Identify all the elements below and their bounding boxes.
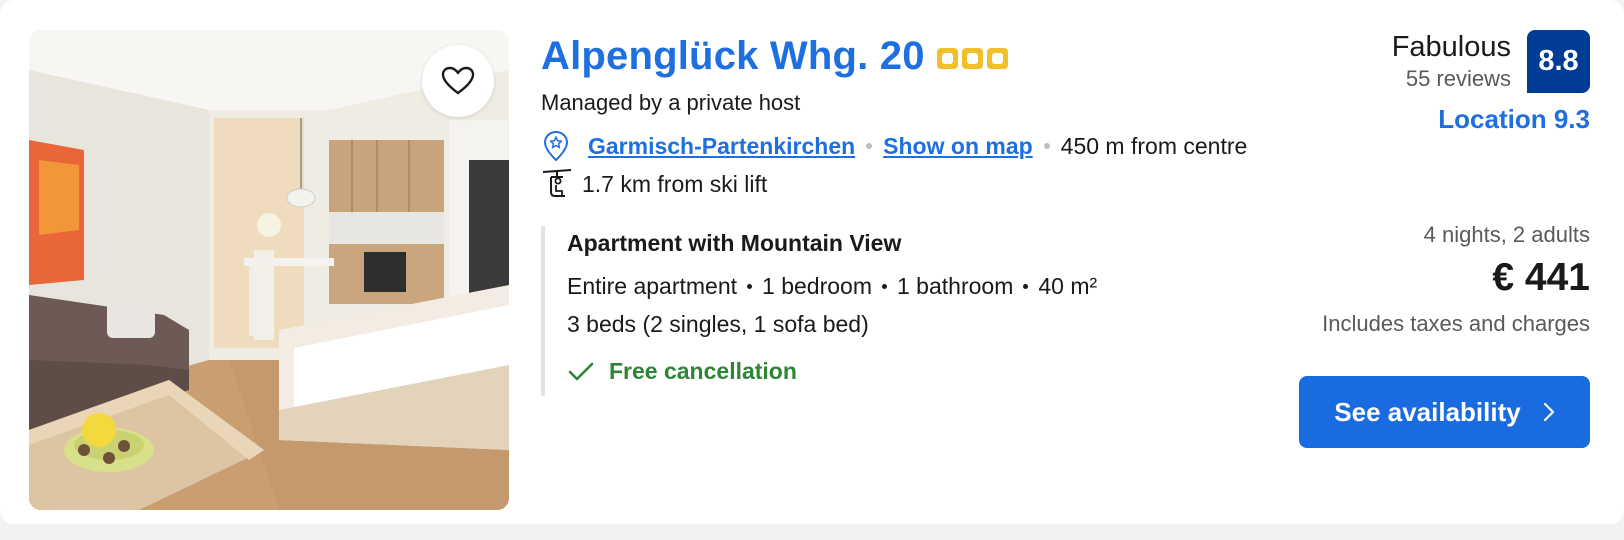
see-availability-label: See availability <box>1334 396 1521 427</box>
favorite-button[interactable] <box>422 45 494 117</box>
stay-summary: 4 nights, 2 adults <box>1423 222 1590 247</box>
room-name: Apartment with Mountain View <box>567 230 902 256</box>
see-availability-button[interactable]: See availability <box>1299 376 1590 448</box>
review-score-badge: 8.8 <box>1527 30 1590 93</box>
distance-from-ski-lift: 1.7 km from ski lift <box>582 170 768 197</box>
distance-from-centre: 450 m from centre <box>1060 132 1248 159</box>
property-photo[interactable] <box>29 30 509 510</box>
bullet-separator <box>747 284 753 289</box>
separator-dot <box>866 143 873 149</box>
star-rating <box>936 48 1008 69</box>
tax-note: Includes taxes and charges <box>1322 311 1590 336</box>
review-text: Fabulous 55 reviews <box>1392 30 1511 92</box>
price: € 441 <box>1492 256 1590 299</box>
checkmark-icon <box>568 362 594 380</box>
ski-lift-icon <box>542 169 572 197</box>
location-score: Location 9.3 <box>1438 104 1590 134</box>
free-cancellation: Free cancellation <box>567 358 1161 385</box>
heart-outline-icon <box>441 66 475 95</box>
bedroom-count: 1 bedroom <box>762 273 872 299</box>
review-label: Fabulous <box>1391 31 1511 63</box>
town-link[interactable]: Garmisch-Partenkirchen <box>588 133 855 160</box>
review-summary[interactable]: Fabulous 55 reviews 8.8 <box>1392 30 1590 93</box>
review-count: 55 reviews <box>1405 66 1511 91</box>
property-card: Alpenglück Whg. 20 Managed by a private … <box>0 0 1624 524</box>
bullet-separator <box>1023 284 1029 289</box>
title-row: Alpenglück Whg. 20 <box>541 34 1008 79</box>
room-size: 40 m² <box>1038 273 1098 299</box>
room-summary: Apartment with Mountain View Entire apar… <box>541 226 1161 396</box>
show-on-map-link[interactable]: Show on map <box>883 133 1033 160</box>
room-type: Entire apartment <box>567 273 738 299</box>
room-details: Entire apartment 1 bedroom 1 bathroom 40… <box>567 273 1161 300</box>
bed-configuration: 3 beds (2 singles, 1 sofa bed) <box>567 311 869 337</box>
location-row: Garmisch-Partenkirchen Show on map 450 m… <box>543 130 1247 162</box>
separator-dot <box>1043 143 1050 149</box>
host-info: Managed by a private host <box>541 90 801 115</box>
map-pin-star-icon <box>543 130 569 162</box>
free-cancellation-label: Free cancellation <box>609 358 797 384</box>
property-title[interactable]: Alpenglück Whg. 20 <box>541 34 925 79</box>
bullet-separator <box>882 284 887 289</box>
ski-lift-row: 1.7 km from ski lift <box>541 168 767 200</box>
bathroom-count: 1 bathroom <box>897 273 1014 299</box>
rating-square-icon <box>986 48 1008 69</box>
rating-square-icon <box>936 48 958 69</box>
chevron-right-icon <box>1543 402 1555 422</box>
rating-square-icon <box>961 48 983 69</box>
